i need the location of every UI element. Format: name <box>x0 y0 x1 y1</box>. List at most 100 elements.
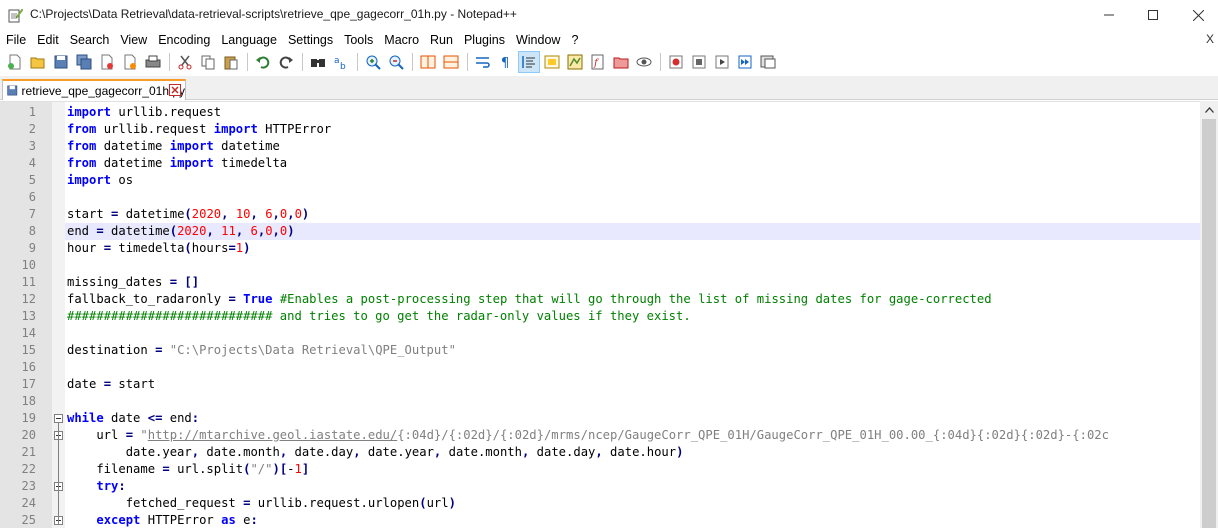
find-button[interactable] <box>307 51 329 73</box>
tab-retrieve-qpe[interactable]: retrieve_qpe_gagecorr_01h.py <box>2 79 186 100</box>
svg-text:a: a <box>334 56 340 66</box>
code-line[interactable]: try: <box>67 478 125 495</box>
menu-search[interactable]: Search <box>64 33 115 47</box>
code-line[interactable]: from datetime import datetime <box>67 138 280 155</box>
code-line[interactable]: from urllib.request import HTTPError <box>67 121 331 138</box>
code-line[interactable]: date = start <box>67 376 155 393</box>
close-document-x[interactable]: X <box>1206 32 1214 46</box>
code-line[interactable]: filename = url.split("/")[-1] <box>67 461 309 478</box>
undo-button[interactable] <box>252 51 274 73</box>
line-number: 24 <box>21 496 36 510</box>
menu-bar: File Edit Search View Encoding Language … <box>0 30 1218 50</box>
code-line[interactable]: url = "http://mtarchive.geol.iastate.edu… <box>67 427 1109 444</box>
line-number: 13 <box>21 309 36 323</box>
line-number: 15 <box>21 343 36 357</box>
code-line[interactable]: end = datetime(2020, 11, 6,0,0) <box>67 223 295 240</box>
menu-plugins[interactable]: Plugins <box>458 33 510 47</box>
save-button[interactable] <box>50 51 72 73</box>
word-wrap-icon <box>476 57 490 68</box>
code-area[interactable]: import urllib.request from urllib.request… <box>65 102 1200 528</box>
line-number: 2 <box>28 122 36 136</box>
code-line[interactable]: date.year, date.month, date.day, date.ye… <box>67 444 684 461</box>
paste-button[interactable] <box>220 51 242 73</box>
replace-button[interactable]: ab <box>330 51 352 73</box>
replace-icon: ab <box>334 56 346 70</box>
show-all-chars-icon: ¶ <box>501 56 509 70</box>
menu-macro[interactable]: Macro <box>378 33 424 47</box>
code-line[interactable]: import urllib.request <box>67 104 221 121</box>
line-number: 18 <box>21 394 36 408</box>
run-macro-multiple-button[interactable] <box>734 51 756 73</box>
record-macro-button[interactable] <box>665 51 687 73</box>
word-wrap-button[interactable] <box>472 51 494 73</box>
open-file-icon <box>30 57 45 69</box>
stop-record-button[interactable] <box>688 51 710 73</box>
print-icon <box>145 55 161 68</box>
cut-button[interactable] <box>174 51 196 73</box>
zoom-out-button[interactable] <box>385 51 407 73</box>
indent-guide-icon <box>522 56 535 68</box>
new-file-button[interactable] <box>4 51 26 73</box>
menu-window[interactable]: Window <box>510 33 565 47</box>
code-line[interactable]: except HTTPError as e: <box>67 512 257 528</box>
sync-horizontal-button[interactable] <box>440 51 462 73</box>
toolbar-separator <box>412 53 413 71</box>
fold-guide-line <box>58 423 59 525</box>
menu-settings[interactable]: Settings <box>282 33 338 47</box>
code-line[interactable]: hour = timedelta(hours=1) <box>67 240 250 257</box>
save-macro-button[interactable] <box>757 51 779 73</box>
menu-help[interactable]: ? <box>565 33 583 47</box>
code-line[interactable]: start = datetime(2020, 10, 6,0,0) <box>67 206 309 223</box>
scroll-up-button[interactable] <box>1200 103 1218 117</box>
close-file-button[interactable] <box>96 51 118 73</box>
close-all-icon <box>124 54 136 70</box>
minimize-button[interactable] <box>1086 0 1132 30</box>
zoom-in-button[interactable] <box>362 51 384 73</box>
line-number: 6 <box>28 190 36 204</box>
code-line[interactable]: from datetime import timedelta <box>67 155 287 172</box>
tab-close-icon[interactable] <box>169 84 181 96</box>
code-editor[interactable]: 1 2 3 4 5 6 7 8 9 10 11 12 13 14 15 16 17 18 19 20 21 22 23 24 2… <box>0 101 1218 528</box>
function-list-button[interactable]: f <box>587 51 609 73</box>
code-line[interactable]: import os <box>67 172 133 189</box>
fold-toggle[interactable] <box>54 414 63 423</box>
line-number: 25 <box>21 513 36 527</box>
menu-language[interactable]: Language <box>215 33 282 47</box>
menu-file[interactable]: File <box>0 33 31 47</box>
code-line[interactable]: ############################ and tries t… <box>67 308 691 325</box>
menu-encoding[interactable]: Encoding <box>152 33 215 47</box>
copy-button[interactable] <box>197 51 219 73</box>
menu-edit[interactable]: Edit <box>31 33 64 47</box>
sync-vertical-button[interactable] <box>417 51 439 73</box>
close-window-button[interactable] <box>1175 0 1218 30</box>
udl-button[interactable] <box>541 51 563 73</box>
redo-button[interactable] <box>275 51 297 73</box>
code-line[interactable]: while date <= end: <box>67 410 199 427</box>
code-line[interactable]: destination = "C:\Projects\Data Retrieva… <box>67 342 456 359</box>
monitoring-button[interactable] <box>633 51 655 73</box>
toolbar-separator <box>660 53 661 71</box>
print-button[interactable] <box>142 51 164 73</box>
maximize-button[interactable] <box>1130 0 1176 30</box>
redo-icon <box>279 56 293 69</box>
new-file-icon <box>8 54 21 70</box>
menu-view[interactable]: View <box>114 33 152 47</box>
code-line[interactable]: missing_dates = [] <box>67 274 199 291</box>
menu-run[interactable]: Run <box>424 33 458 47</box>
close-all-button[interactable] <box>119 51 141 73</box>
saved-file-icon <box>7 85 18 96</box>
open-file-button[interactable] <box>27 51 49 73</box>
folder-workspace-button[interactable] <box>610 51 632 73</box>
cut-icon <box>178 55 192 70</box>
indent-guide-button[interactable] <box>518 51 540 73</box>
scrollbar-thumb[interactable] <box>1202 119 1216 528</box>
save-all-button[interactable] <box>73 51 95 73</box>
code-line[interactable]: fallback_to_radaronly = True #Enables a … <box>67 291 992 308</box>
doc-map-button[interactable] <box>564 51 586 73</box>
show-all-chars-button[interactable]: ¶ <box>495 51 517 73</box>
doc-map-icon <box>567 54 583 70</box>
code-line[interactable]: fetched_request = urllib.request.urlopen… <box>67 495 456 512</box>
menu-tools[interactable]: Tools <box>338 33 378 47</box>
vertical-scrollbar[interactable] <box>1200 101 1218 528</box>
play-macro-button[interactable] <box>711 51 733 73</box>
